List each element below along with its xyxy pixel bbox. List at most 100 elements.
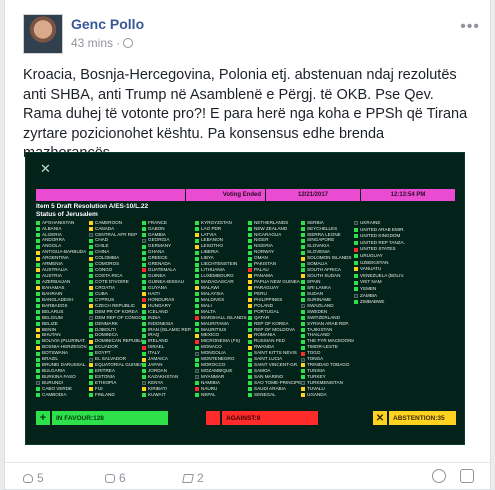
vote-marker	[36, 387, 40, 392]
vote-marker	[301, 244, 305, 249]
vote-marker	[301, 369, 305, 374]
vote-marker	[248, 375, 252, 380]
vote-marker	[89, 262, 93, 267]
vote-marker	[248, 304, 252, 309]
vote-marker	[36, 369, 40, 374]
vote-totals-bar: + IN FAVOUR:128 AGAINST:9 ✕ ABSTENTION:3…	[36, 411, 456, 425]
vote-marker	[301, 339, 305, 344]
vote-marker	[248, 327, 252, 332]
shares[interactable]: 2	[182, 471, 204, 485]
close-icon: ✕	[40, 161, 51, 176]
vote-marker	[89, 321, 93, 326]
post-time[interactable]: 43 mins	[71, 36, 113, 50]
vote-marker	[195, 256, 199, 261]
vote-marker	[89, 345, 93, 350]
country-row: UNITED ARAB EMIR.	[354, 227, 407, 234]
comment-icon	[105, 473, 115, 483]
author-avatar[interactable]	[23, 14, 63, 54]
vote-marker	[89, 357, 93, 362]
vote-date: 12/21/2017	[266, 189, 361, 201]
country-column: KYRGYZSTAN LAO PDR LATVIA LEBANON LESOTHO LIB…	[195, 220, 248, 398]
share-count: 2	[197, 471, 204, 485]
vote-marker	[89, 238, 93, 243]
globe-icon[interactable]	[123, 38, 134, 48]
vote-marker	[248, 256, 252, 261]
vote-marker	[248, 333, 252, 338]
country-name: UNITED REP TANZA.	[360, 239, 405, 245]
vote-marker	[142, 262, 146, 267]
country-name: YEMEN	[360, 285, 377, 291]
country-columns: AFGHANISTAN ALBANIA ALGERIA ANDORRA ANGOLA AN…	[36, 220, 460, 398]
vote-marker	[354, 287, 358, 292]
country-row: ZAMBIA	[354, 293, 407, 300]
vote-marker	[89, 232, 93, 237]
vote-marker	[36, 304, 40, 309]
vote-marker	[248, 262, 252, 267]
vote-marker	[89, 268, 93, 273]
vote-marker	[142, 375, 146, 380]
vote-board-image[interactable]: ✕ Voting Ended 12/21/2017 12:13:54 PM It…	[25, 152, 465, 445]
vote-marker	[301, 381, 305, 386]
post-card: Genc Pollo 43 mins · ••• Kroacia, Bosnja-…	[4, 0, 492, 490]
vote-marker	[248, 363, 252, 368]
vote-marker	[354, 227, 358, 232]
author-name[interactable]: Genc Pollo	[71, 16, 144, 32]
vote-marker	[36, 339, 40, 344]
vote-marker	[89, 375, 93, 380]
more-options-icon[interactable]: •••	[460, 18, 480, 36]
like-icon	[23, 473, 33, 483]
vote-marker	[89, 381, 93, 386]
vote-marker	[142, 333, 146, 338]
country-column: NETHERLANDS NEW ZEALAND NICARAGUA NIGER NIGE…	[248, 220, 301, 398]
vote-marker	[354, 221, 358, 226]
vote-marker	[142, 232, 146, 237]
vote-marker	[195, 327, 199, 332]
vote-marker	[195, 351, 199, 356]
country-name: UGANDA	[307, 392, 327, 397]
profile-icon[interactable]	[460, 469, 474, 483]
country-name: UNITED STATES	[360, 246, 396, 252]
vote-marker	[36, 250, 40, 255]
vote-marker	[354, 234, 358, 239]
vote-marker	[89, 298, 93, 303]
against-icon	[206, 411, 220, 425]
vote-marker	[301, 268, 305, 273]
vote-marker	[195, 321, 199, 326]
vote-marker	[248, 226, 252, 231]
messenger-icon[interactable]	[432, 469, 446, 483]
vote-marker	[301, 387, 305, 392]
country-name: KUWAIT	[148, 392, 166, 397]
vote-marker	[142, 345, 146, 350]
vote-marker	[89, 339, 93, 344]
vote-marker	[248, 315, 252, 320]
vote-marker	[142, 238, 146, 243]
vote-marker	[354, 300, 358, 305]
country-name: URUGUAY	[360, 252, 383, 258]
likes[interactable]: 5	[23, 471, 44, 485]
vote-marker	[195, 333, 199, 338]
vote-marker	[36, 363, 40, 368]
vote-marker	[195, 280, 199, 285]
vote-marker	[142, 310, 146, 315]
comments[interactable]: 6	[105, 471, 126, 485]
vote-marker	[301, 357, 305, 362]
vote-marker	[142, 298, 146, 303]
abstention-total: ABSTENTION:35	[389, 411, 456, 425]
country-row: YEMEN	[354, 286, 407, 293]
country-row: VIET NAM	[354, 279, 407, 286]
vote-marker	[301, 393, 305, 398]
vote-marker	[36, 310, 40, 315]
vote-marker	[248, 381, 252, 386]
vote-marker	[248, 369, 252, 374]
country-name: VANUATU	[360, 266, 382, 272]
in-favour-total: IN FAVOUR:128	[52, 411, 168, 425]
vote-marker	[89, 292, 93, 297]
country-name: NEPAL	[201, 392, 216, 397]
vote-marker	[248, 345, 252, 350]
vote-marker	[301, 310, 305, 315]
vote-marker	[89, 286, 93, 291]
vote-marker	[89, 220, 93, 225]
vote-marker	[248, 351, 252, 356]
vote-marker	[89, 393, 93, 398]
vote-marker	[354, 254, 358, 259]
